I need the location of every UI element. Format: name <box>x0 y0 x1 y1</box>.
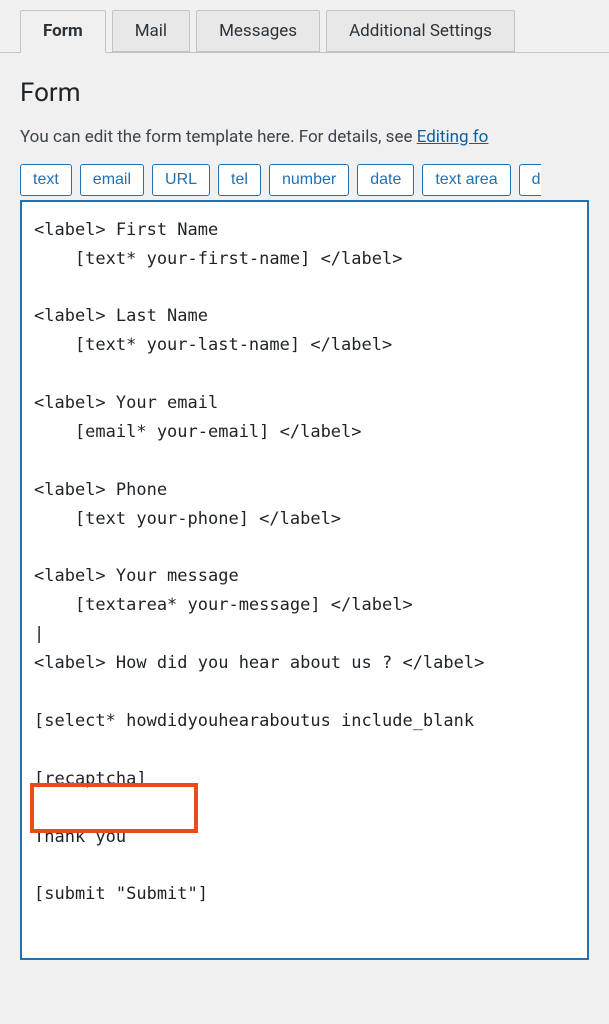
panel-help-text: You can edit the form template here. For… <box>20 126 589 150</box>
tab-additional-settings[interactable]: Additional Settings <box>326 10 515 52</box>
form-panel: Form You can edit the form template here… <box>0 53 609 960</box>
tab-mail[interactable]: Mail <box>112 10 190 52</box>
tag-btn-textarea[interactable]: text area <box>422 164 510 196</box>
tab-messages[interactable]: Messages <box>196 10 320 52</box>
tabs-nav: Form Mail Messages Additional Settings <box>0 0 609 53</box>
tag-btn-text[interactable]: text <box>20 164 72 196</box>
form-template-editor[interactable] <box>22 202 587 958</box>
tag-generator-row: text email URL tel number date text area… <box>20 164 589 196</box>
tag-btn-url[interactable]: URL <box>152 164 210 196</box>
tag-btn-date[interactable]: date <box>357 164 414 196</box>
tag-btn-number[interactable]: number <box>269 164 349 196</box>
form-editor-wrap <box>20 200 589 960</box>
tag-btn-tel[interactable]: tel <box>218 164 261 196</box>
help-link-editing[interactable]: Editing fo <box>417 127 489 147</box>
tag-btn-email[interactable]: email <box>80 164 144 196</box>
panel-heading: Form <box>20 78 589 108</box>
tag-btn-partial[interactable]: d <box>519 164 541 196</box>
help-prefix: You can edit the form template here. For… <box>20 127 417 147</box>
tab-form[interactable]: Form <box>20 10 106 53</box>
